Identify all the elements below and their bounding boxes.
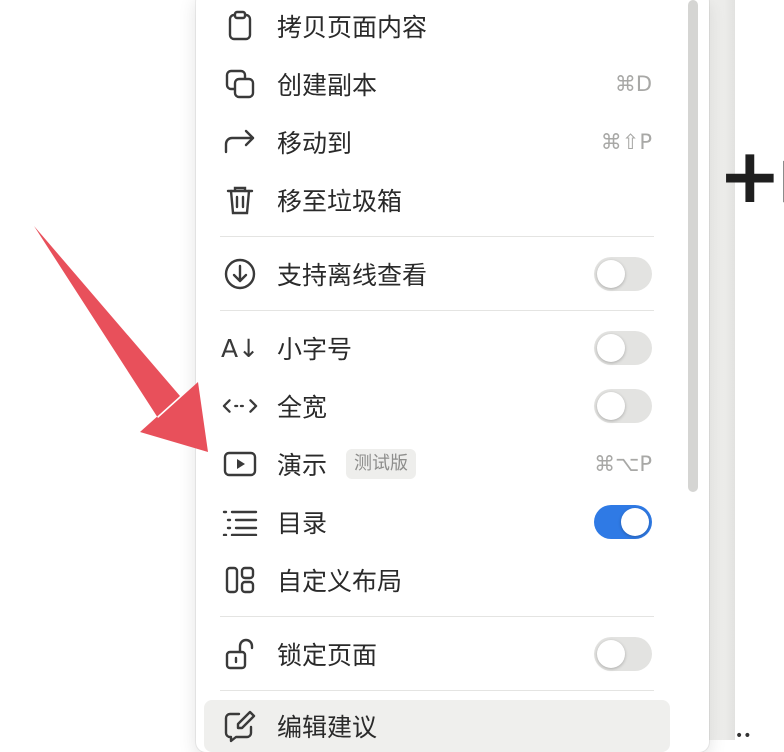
- arrow-shape: [34, 226, 208, 452]
- annotation-arrow: [34, 226, 208, 452]
